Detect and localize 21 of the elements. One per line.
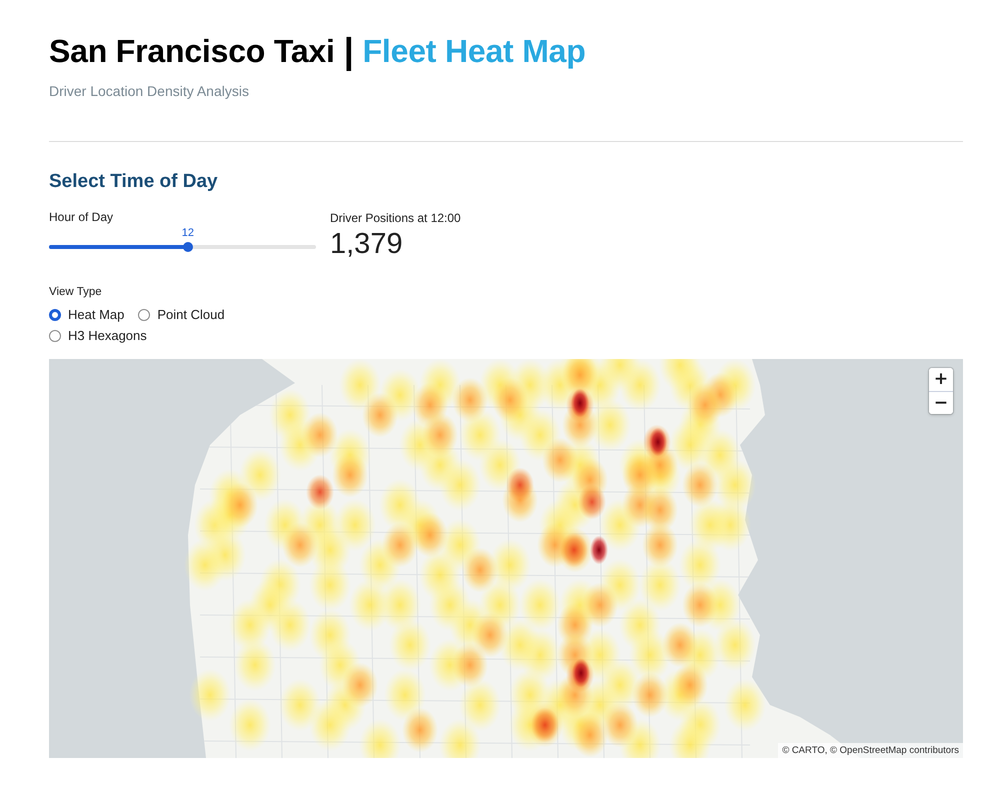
view-type-option[interactable]: H3 Hexagons [49, 326, 147, 346]
slider-thumb[interactable] [182, 242, 193, 252]
page-title: San Francisco Taxi [49, 32, 335, 71]
view-type-option[interactable]: Heat Map [49, 305, 124, 325]
hour-slider-track[interactable] [49, 245, 316, 249]
view-type-label: View Type [49, 285, 102, 300]
zoom-in-button[interactable]: + [929, 368, 953, 391]
zoom-out-button[interactable]: − [929, 391, 953, 414]
radio-empty-icon[interactable] [49, 330, 61, 342]
page-subtitle: Driver Location Density Analysis [49, 82, 249, 101]
metric-label: Driver Positions at 12:00 [330, 210, 461, 226]
slider-value: 12 [182, 227, 194, 239]
radio-empty-icon[interactable] [138, 309, 150, 321]
page-title-accent: Fleet Heat Map [362, 32, 586, 71]
title-separator: | [344, 31, 354, 71]
map-attribution: © CARTO, © OpenStreetMap contributors [778, 743, 963, 758]
section-heading: Select Time of Day [49, 170, 218, 194]
radio-selected-icon[interactable] [49, 309, 61, 321]
slider-label: Hour of Day [49, 209, 114, 225]
metric-value: 1,379 [330, 227, 403, 261]
view-type-option[interactable]: Point Cloud [138, 305, 225, 325]
